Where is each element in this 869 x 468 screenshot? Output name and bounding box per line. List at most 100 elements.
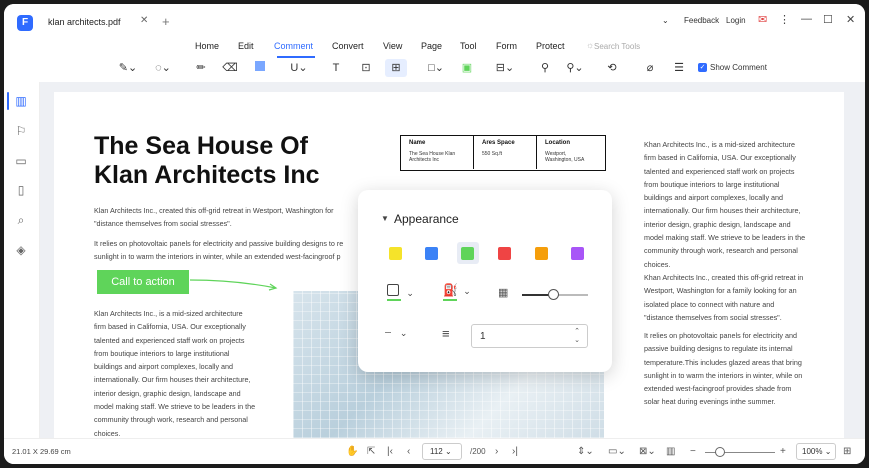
- gift-icon[interactable]: ✉: [758, 13, 767, 26]
- collapse-caret-icon[interactable]: ▼: [381, 214, 389, 223]
- sticky-note-icon[interactable]: ▣: [456, 59, 478, 77]
- show-comment-toggle[interactable]: ✓ Show Comment: [698, 63, 767, 73]
- title-bar: F klan architects.pdf ✕ + ⌄ Feedback Log…: [4, 4, 865, 38]
- menu-convert[interactable]: Convert: [332, 41, 364, 51]
- text-line: from boutique interiors to large institu…: [94, 348, 230, 358]
- search-tools-input[interactable]: Search Tools: [594, 42, 640, 51]
- chevron-down-icon: ⌄: [463, 286, 471, 296]
- more-icon[interactable]: ⋮: [779, 13, 790, 26]
- zoom-slider-handle[interactable]: [715, 447, 725, 457]
- maximize-button[interactable]: ☐: [823, 13, 833, 26]
- menu-view[interactable]: View: [383, 41, 402, 51]
- color-swatch-purple[interactable]: [571, 247, 584, 260]
- menu-home[interactable]: Home: [195, 41, 219, 51]
- hand-tool-icon[interactable]: ✋: [346, 446, 358, 457]
- text-line: community through work, research and per…: [94, 415, 248, 425]
- highlight-tool-icon[interactable]: ✎⌄: [117, 59, 139, 77]
- stamp-icon[interactable]: ⚲: [534, 59, 556, 77]
- attachments-icon[interactable]: ▯: [14, 183, 28, 197]
- line-style-picker[interactable]: ┄ ⌄: [385, 328, 407, 339]
- color-swatch-green[interactable]: [461, 247, 474, 260]
- layers-icon[interactable]: ◈: [14, 243, 28, 257]
- text-line: temperature.This includes glazed areas t…: [644, 357, 802, 367]
- fullscreen-icon[interactable]: ⊞: [843, 446, 851, 457]
- border-color-picker[interactable]: ⌄: [387, 284, 414, 301]
- lightbulb-icon: ☼: [586, 40, 595, 50]
- minimize-button[interactable]: —: [801, 13, 812, 25]
- arrow-annotation-icon[interactable]: [190, 278, 280, 292]
- page-layout-icon[interactable]: ▭⌄: [608, 446, 626, 457]
- color-swatch-blue[interactable]: [425, 247, 438, 260]
- last-page-icon[interactable]: ›|: [512, 446, 518, 457]
- thumbnails-icon[interactable]: ▥: [14, 94, 28, 108]
- right-paragraph-3: It relies on photovoltaic panels for ele…: [644, 329, 802, 409]
- shape-icon[interactable]: □⌄: [425, 59, 447, 77]
- search-icon[interactable]: ⌕: [14, 213, 28, 227]
- feedback-link[interactable]: Feedback: [684, 16, 719, 25]
- opacity-slider-handle[interactable]: [548, 289, 559, 300]
- comment-list-icon[interactable]: ☰: [668, 59, 690, 77]
- right-paragraph-2: Khan Architects Inc., created this off-g…: [644, 271, 803, 324]
- menu-tool[interactable]: Tool: [460, 41, 477, 51]
- dashed-line-icon: ┄: [385, 328, 392, 339]
- callout-icon[interactable]: ⊞: [385, 59, 407, 77]
- comments-icon[interactable]: ▭: [14, 154, 28, 168]
- text-tool-icon[interactable]: T: [325, 59, 347, 77]
- menu-page[interactable]: Page: [421, 41, 442, 51]
- step-up-icon[interactable]: ⌃: [574, 327, 580, 336]
- signature-icon[interactable]: ⚲⌄: [564, 59, 586, 77]
- document-tab[interactable]: klan architects.pdf ✕: [42, 10, 164, 36]
- table-header: Ares Space: [482, 140, 515, 146]
- table-cell: 550 Sq.ft: [482, 151, 503, 157]
- eraser-icon[interactable]: ⌫: [219, 59, 241, 77]
- close-window-button[interactable]: ✕: [846, 13, 855, 26]
- current-page: 112: [430, 447, 443, 456]
- step-down-icon[interactable]: ⌄: [574, 336, 580, 345]
- zoom-out-icon[interactable]: −: [690, 446, 696, 457]
- page-number-input[interactable]: 112 ⌄: [422, 443, 462, 460]
- text-line: buildings and airport complexes, locally…: [94, 362, 234, 372]
- menu-protect[interactable]: Protect: [536, 41, 565, 51]
- markup-icon[interactable]: ⟲: [601, 59, 623, 77]
- color-swatch-orange[interactable]: [535, 247, 548, 260]
- call-to-action-button[interactable]: Call to action: [97, 270, 189, 294]
- tab-title: klan architects.pdf: [48, 17, 121, 27]
- login-link[interactable]: Login: [726, 16, 746, 25]
- account-chevron-icon[interactable]: ⌄: [662, 16, 669, 25]
- measure-icon[interactable]: ⊟⌄: [494, 59, 516, 77]
- pencil-icon[interactable]: ✏: [190, 59, 212, 77]
- first-page-icon[interactable]: |‹: [387, 446, 393, 457]
- bookmark-icon[interactable]: ⚐: [14, 124, 28, 138]
- previous-page-icon[interactable]: ‹: [407, 446, 410, 457]
- menu-comment[interactable]: Comment: [274, 41, 313, 51]
- text-line: Khan Architects Inc., is a mid-sized arc…: [644, 140, 795, 149]
- zoom-in-icon[interactable]: +: [780, 446, 786, 457]
- color-swatch-red[interactable]: [498, 247, 511, 260]
- text-box-icon[interactable]: ⊡: [355, 59, 377, 77]
- menu-form[interactable]: Form: [496, 41, 517, 51]
- new-tab-button[interactable]: +: [162, 14, 170, 29]
- fit-width-icon[interactable]: ⊠⌄: [639, 446, 656, 457]
- border-color-bar: [387, 299, 401, 301]
- close-tab-icon[interactable]: ✕: [140, 15, 148, 26]
- underline-icon[interactable]: U⌄: [288, 59, 310, 77]
- fit-page-icon[interactable]: ⇕⌄: [577, 446, 594, 457]
- text-line: passive building designs to regulate its…: [644, 344, 793, 354]
- status-bar: 21.01 X 29.69 cm ✋ ⇱ |‹ ‹ 112 ⌄ /200 › ›…: [4, 438, 865, 464]
- select-tool-icon[interactable]: ⇱: [367, 446, 375, 457]
- checkbox-icon[interactable]: ✓: [698, 63, 707, 73]
- area-highlight-icon[interactable]: ◌⌄: [152, 59, 174, 77]
- zoom-value: 100%: [802, 447, 823, 456]
- line-width-input[interactable]: 1 ⌃ ⌄: [471, 324, 588, 348]
- zoom-level-select[interactable]: 100% ⌄: [796, 443, 836, 460]
- stepper[interactable]: ⌃ ⌄: [574, 327, 580, 345]
- fill-color-picker[interactable]: ⛽ ⌄: [443, 283, 471, 301]
- two-page-icon[interactable]: ▥: [666, 446, 675, 457]
- menu-edit[interactable]: Edit: [238, 41, 254, 51]
- text-line: from boutique interiors to large institu…: [644, 179, 780, 189]
- intro-paragraph: Klan Architects Inc., created this off-g…: [94, 204, 334, 231]
- next-page-icon[interactable]: ›: [495, 446, 498, 457]
- attachment-icon[interactable]: ⌀: [639, 59, 661, 77]
- color-square-icon[interactable]: [249, 59, 271, 77]
- color-swatch-yellow[interactable]: [389, 247, 402, 260]
